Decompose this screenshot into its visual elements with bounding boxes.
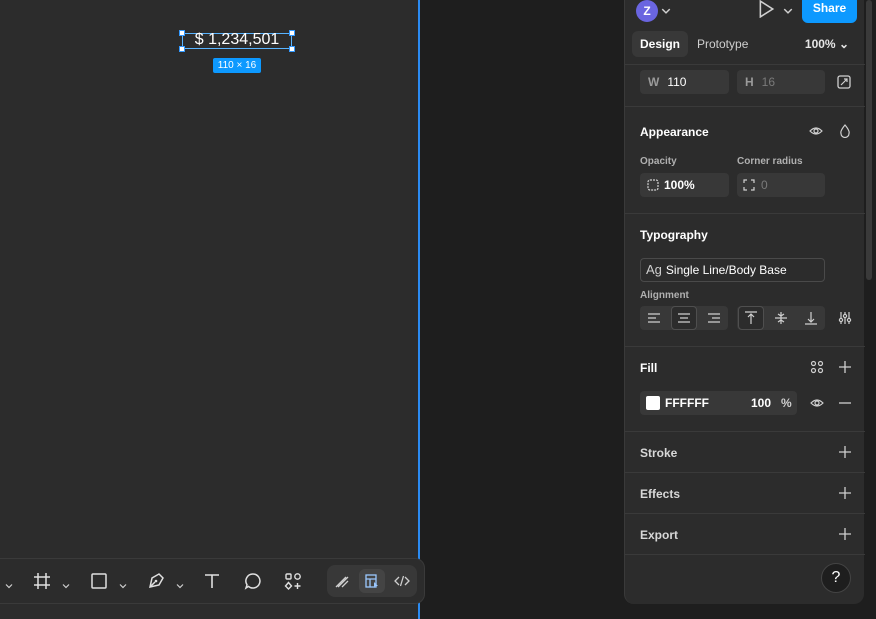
frame-tool-chevron-icon[interactable] (62, 577, 70, 589)
tab-design[interactable]: Design (632, 31, 689, 57)
height-label: H (745, 75, 754, 89)
pen-tool-chevron-icon[interactable] (176, 577, 184, 589)
resize-to-fit-icon[interactable] (836, 74, 852, 90)
dimension-badge: 110 × 16 (213, 58, 261, 73)
divider (625, 106, 865, 107)
resize-handle-tr[interactable] (289, 30, 295, 36)
width-label: W (648, 75, 660, 89)
styles-grid-icon[interactable] (809, 359, 825, 375)
mode-switcher (327, 565, 417, 597)
divider (625, 346, 865, 347)
fill-title: Fill (640, 361, 658, 375)
canvas-frame[interactable]: $ 1,234,501 110 × 16 (0, 0, 420, 619)
play-icon[interactable] (756, 0, 776, 18)
move-tool-chevron-icon[interactable] (5, 577, 13, 589)
divider (625, 513, 865, 514)
help-button[interactable]: ? (821, 563, 851, 593)
opacity-grid-icon (645, 177, 661, 193)
stroke-title[interactable]: Stroke (640, 446, 677, 460)
export-title[interactable]: Export (640, 528, 678, 542)
text-layer-content[interactable]: $ 1,234,501 (183, 31, 291, 49)
tab-prototype[interactable]: Prototype (689, 31, 756, 57)
fill-hex[interactable]: FFFFFF (665, 391, 709, 415)
divider (625, 64, 865, 65)
fill-row[interactable]: FFFFFF 100 % (640, 391, 797, 415)
fill-opacity-unit: % (781, 396, 792, 410)
blend-mode-drop-icon[interactable] (837, 123, 853, 139)
width-value: 110 (667, 75, 687, 89)
height-field[interactable]: H 16 (737, 70, 825, 94)
align-top-icon[interactable] (738, 306, 764, 330)
dev-mode-icon[interactable] (389, 569, 415, 593)
align-left-icon[interactable] (641, 306, 667, 330)
draw-icon[interactable] (329, 569, 355, 593)
add-export-plus-icon[interactable] (837, 526, 853, 542)
avatar[interactable]: Z (636, 0, 658, 22)
rectangle-icon[interactable] (89, 571, 109, 591)
horizontal-align-group (640, 306, 728, 330)
panel-scrollbar[interactable] (866, 0, 872, 280)
divider (625, 472, 865, 473)
fill-color-swatch[interactable] (646, 396, 660, 410)
panel-tabs: Design Prototype 100% ⌄ (625, 31, 865, 59)
play-chevron-icon[interactable] (783, 3, 793, 19)
opacity-label: Opacity (640, 156, 677, 167)
divider (625, 213, 865, 214)
alignment-label: Alignment (640, 290, 689, 301)
selected-text-layer[interactable]: $ 1,234,501 (179, 30, 295, 52)
share-button[interactable]: Share (802, 0, 857, 23)
pen-icon[interactable] (146, 571, 166, 591)
divider (625, 431, 865, 432)
remove-fill-minus-icon[interactable] (837, 395, 853, 411)
avatar-chevron-icon[interactable] (661, 3, 671, 19)
fill-visibility-eye-icon[interactable] (809, 395, 825, 411)
corner-radius-value: 0 (761, 178, 768, 192)
align-middle-icon[interactable] (768, 306, 794, 330)
font-ag-icon: Ag (646, 262, 662, 277)
align-center-icon[interactable] (671, 306, 697, 330)
visibility-eye-icon[interactable] (808, 123, 824, 139)
appearance-title: Appearance (640, 125, 709, 139)
align-bottom-icon[interactable] (798, 306, 824, 330)
add-stroke-plus-icon[interactable] (837, 444, 853, 460)
properties-panel: Z Share Design Prototype 100% ⌄ W 110 H 16… (624, 0, 865, 604)
divider (625, 554, 865, 555)
text-style-name: Single Line/Body Base (665, 263, 787, 277)
shape-tool-chevron-icon[interactable] (119, 577, 127, 589)
corner-radius-icon (741, 177, 757, 193)
corner-radius-label: Corner radius (737, 156, 803, 167)
width-field[interactable]: W 110 (640, 70, 729, 94)
resize-handle-tl[interactable] (179, 30, 185, 36)
components-icon[interactable] (283, 571, 303, 591)
bottom-toolbar (0, 558, 425, 604)
text-style-field[interactable]: Ag Single Line/Body Base (640, 258, 825, 282)
align-right-icon[interactable] (701, 306, 727, 330)
add-fill-plus-icon[interactable] (837, 359, 853, 375)
typography-title: Typography (640, 228, 708, 242)
opacity-value: 100% (664, 178, 695, 192)
zoom-value: 100% (804, 37, 836, 51)
fill-opacity[interactable]: 100 (751, 391, 771, 415)
effects-title[interactable]: Effects (640, 487, 680, 501)
design-icon[interactable] (359, 569, 385, 593)
type-settings-icon[interactable] (837, 310, 853, 326)
text-icon[interactable] (202, 571, 222, 591)
comment-icon[interactable] (243, 571, 263, 591)
add-effect-plus-icon[interactable] (837, 485, 853, 501)
vertical-align-group (737, 306, 825, 330)
height-value: 16 (761, 75, 776, 89)
frame-icon[interactable] (32, 571, 52, 591)
zoom-dropdown[interactable]: 100% ⌄ (805, 31, 849, 57)
resize-handle-br[interactable] (289, 46, 295, 52)
resize-handle-bl[interactable] (179, 46, 185, 52)
